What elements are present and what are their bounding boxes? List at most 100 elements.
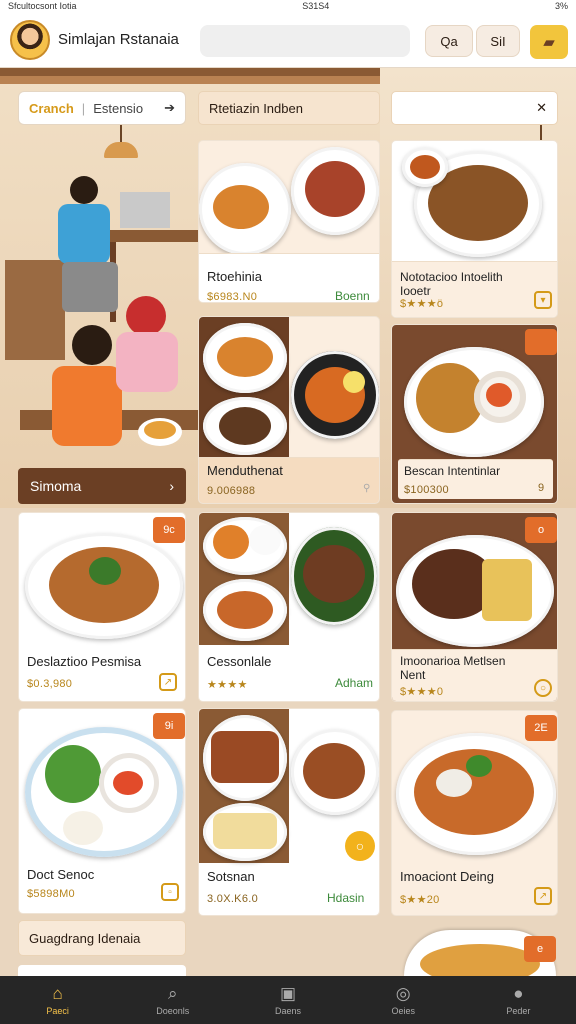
plate-image (402, 147, 448, 187)
dish-price: $★★20 (400, 894, 440, 906)
discount-badge (525, 329, 557, 355)
profile-icon: ● (513, 984, 524, 1003)
dish-name: Imoonarioa Metlsen Nent (400, 654, 506, 682)
dish-name: Cessonlale (207, 654, 272, 669)
dish-tag: Hdasin (327, 891, 365, 905)
dish-tag: Adham (335, 676, 374, 690)
more-icon[interactable]: ⚲ (363, 483, 370, 494)
dish-price: 9.006988 (207, 485, 256, 497)
dish-price: $★★★0 (400, 686, 444, 698)
nav-globe-label: Oeies (391, 1006, 415, 1016)
dish-name: Deslaztioo Pesmisa (27, 654, 142, 669)
filter-separator: | (81, 100, 86, 116)
discount-badge: 2E (525, 715, 557, 741)
dish-name: Sotsnan (207, 869, 255, 884)
add-to-cart-icon[interactable]: ○ (345, 831, 375, 861)
nav-profile[interactable]: ● Peder (461, 976, 576, 1024)
dish-card[interactable]: 9i Doct Senoc $5898M0 ▫ (18, 708, 186, 914)
nav-search-label: Doeonls (156, 1006, 190, 1016)
category-chip[interactable]: Rtetiazin Indben (198, 91, 380, 125)
dish-card[interactable]: Bescan Intentinlar $100300 9 (391, 324, 558, 504)
dish-card[interactable]: Nototacioo Intoelith Iooetr $★★★ö ▾ (391, 140, 558, 318)
plate-image (291, 729, 379, 815)
dish-card[interactable]: Rtoehinia $6983.N0 Boenn (198, 140, 380, 303)
dish-name: Imoaciont Deing (400, 869, 494, 884)
plate-image (203, 397, 287, 455)
cart-icon: ▰ (543, 34, 555, 51)
app-bar: Simlajan Rstanaia Qa SiI ▰ (0, 12, 576, 68)
plate-image (203, 803, 287, 861)
camera-icon: ▣ (279, 984, 297, 1003)
status-left: Sfcultocsont Iotia (8, 1, 77, 11)
bottom-nav: ⌂ Paeci ⌕ Doeonls ▣ Daens ◎ Oeies ● Pede… (0, 976, 576, 1024)
plate-image (203, 517, 287, 575)
close-chip[interactable]: ✕ (391, 91, 558, 125)
discount-badge: 9c (153, 517, 185, 543)
filter-other-tab[interactable]: Estensio (93, 101, 143, 116)
nav-globe[interactable]: ◎ Oeies (346, 976, 461, 1024)
filter-segment[interactable]: Cranch | Estensio ➔ (18, 91, 186, 125)
dish-name: Rtoehinia (207, 269, 262, 284)
dish-price: $100300 (404, 484, 449, 496)
bookmark-icon[interactable]: ▾ (534, 291, 552, 309)
nav-home[interactable]: ⌂ Paeci (0, 976, 115, 1024)
plate-image (396, 535, 554, 647)
diners-illustration (5, 176, 198, 446)
dish-name: Doct Senoc (27, 867, 95, 882)
filter-s-button[interactable]: SiI (476, 25, 520, 57)
section-label: Guagdrang Idenaia (29, 930, 141, 946)
share-icon[interactable]: ↗ (534, 887, 552, 905)
plate-image (199, 163, 291, 255)
app-title: Simlajan Rstanaia (58, 31, 179, 48)
scene-section-label: Simoma (30, 478, 82, 494)
next-card-peek (18, 965, 186, 976)
scene-section-bar[interactable]: Simoma › (18, 468, 186, 504)
dish-card[interactable]: o Imoonarioa Metlsen Nent $★★★0 ○ (391, 512, 558, 702)
plate-image (404, 347, 544, 457)
dish-price: ★★★★ (207, 679, 248, 691)
filter-active-tab[interactable]: Cranch (29, 101, 74, 116)
dish-card[interactable]: Cessonlale ★★★★ Adham (198, 512, 380, 702)
dish-price: $6983.N0 (207, 291, 258, 303)
plate-image (203, 579, 287, 641)
search-input[interactable] (200, 25, 410, 57)
bowl-image (291, 351, 379, 439)
dish-card[interactable]: ○ Sotsnan 3.0X.K6.0 Hdasin (198, 708, 380, 916)
info-icon[interactable]: ○ (534, 679, 552, 697)
home-icon: ⌂ (52, 984, 63, 1003)
nav-search[interactable]: ⌕ Doeonls (115, 976, 230, 1024)
status-time: S31S4 (302, 1, 330, 11)
plate-image (25, 533, 183, 639)
dish-price: $5898M0 (27, 888, 75, 900)
share-icon[interactable]: ↗ (159, 673, 177, 691)
bookmark-icon[interactable]: ▫ (161, 883, 179, 901)
bowl-image (291, 527, 377, 625)
status-battery: 3% (554, 1, 568, 11)
restaurant-logo[interactable] (10, 19, 50, 60)
plate-image (203, 715, 287, 801)
dish-card[interactable]: 9c Deslaztioo Pesmisa $0.3,980 ↗ (18, 512, 186, 702)
dish-name: Nototacioo Intoelith Iooetr (400, 270, 503, 298)
filter-q-button[interactable]: Qa (425, 25, 473, 57)
dish-card[interactable]: 2E Imoaciont Deing $★★20 ↗ (391, 710, 558, 916)
dish-price: 3.0X.K6.0 (207, 893, 259, 905)
dish-name: Bescan Intentinlar (404, 464, 501, 478)
plate-image (396, 733, 556, 855)
nav-camera-label: Daens (275, 1006, 302, 1016)
section-label-chip[interactable]: Guagdrang Idenaia (18, 920, 186, 956)
nav-profile-label: Peder (506, 1006, 531, 1016)
cart-button[interactable]: ▰ (530, 25, 568, 59)
chevron-right-icon: › (169, 478, 174, 494)
category-chip-label: Rtetiazin Indben (209, 100, 303, 116)
dish-name: Menduthenat (207, 463, 283, 478)
dish-price: $0.3,980 (27, 678, 73, 690)
globe-icon: ◎ (395, 984, 411, 1003)
dish-extra: 9 (538, 482, 545, 494)
arrow-icon[interactable]: ➔ (164, 100, 175, 116)
dish-card[interactable]: Menduthenat 9.006988 ⚲ (198, 316, 380, 504)
nav-camera[interactable]: ▣ Daens (230, 976, 345, 1024)
plate-image (25, 727, 183, 857)
discount-badge: o (525, 517, 557, 543)
discount-badge: 9i (153, 713, 185, 739)
close-icon[interactable]: ✕ (536, 100, 547, 116)
